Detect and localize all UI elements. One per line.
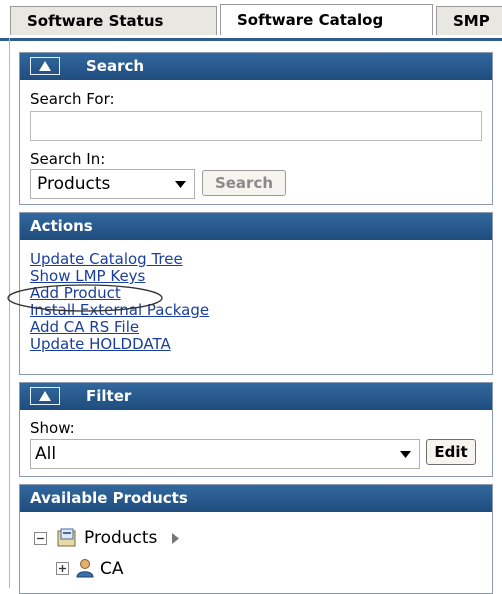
update-catalog-tree-link[interactable]: Update Catalog Tree: [30, 251, 209, 268]
actions-panel-title: Actions: [30, 217, 93, 235]
highlight-ellipse: [7, 284, 163, 312]
tab-smp[interactable]: SMP: [436, 6, 502, 35]
tab-software-catalog[interactable]: Software Catalog: [220, 4, 433, 35]
search-panel-header: Search: [20, 53, 492, 80]
chevron-down-icon: [175, 181, 186, 188]
tab-label: Software Catalog: [237, 11, 384, 29]
search-panel-title: Search: [86, 57, 145, 75]
folder-catalog-icon: [57, 528, 76, 547]
tab-software-status[interactable]: Software Status: [10, 6, 217, 35]
chevron-down-icon: [400, 451, 411, 458]
expand-tree-icon[interactable]: [56, 562, 69, 575]
update-holddata-link[interactable]: Update HOLDDATA: [30, 336, 209, 353]
caret-right-icon[interactable]: [172, 533, 179, 544]
search-panel: Search Search For: Search In: Products S…: [19, 52, 493, 205]
tree-label-ca: CA: [100, 559, 124, 579]
search-input[interactable]: [30, 111, 482, 141]
search-for-label: Search For:: [30, 90, 115, 108]
search-in-value: Products: [37, 174, 111, 194]
show-select[interactable]: All: [30, 439, 420, 469]
person-icon: [76, 559, 94, 578]
collapse-tree-icon[interactable]: [34, 532, 47, 545]
filter-panel-header: Filter: [20, 383, 492, 410]
tree-label-products: Products: [84, 528, 158, 548]
triangle-up-icon: [39, 391, 51, 401]
search-button-label: Search: [214, 174, 274, 192]
search-button[interactable]: Search: [202, 170, 286, 196]
search-in-select[interactable]: Products: [30, 169, 195, 199]
tab-label: SMP: [453, 12, 490, 30]
search-in-label: Search In:: [30, 150, 106, 168]
available-products-panel: Available Products Products CA: [19, 484, 493, 594]
filter-panel: Filter Show: All Edit: [19, 382, 493, 477]
available-products-title: Available Products: [30, 489, 188, 507]
available-products-header: Available Products: [20, 485, 492, 512]
edit-button-label: Edit: [434, 443, 468, 461]
collapse-filter-button[interactable]: [30, 387, 60, 405]
add-ca-rs-file-link[interactable]: Add CA RS File: [30, 319, 209, 336]
show-lmp-keys-link[interactable]: Show LMP Keys: [30, 268, 209, 285]
edit-button[interactable]: Edit: [426, 439, 476, 465]
collapse-search-button[interactable]: [30, 57, 60, 75]
actions-panel-header: Actions: [20, 213, 492, 240]
show-value: All: [35, 444, 57, 464]
filter-panel-title: Filter: [86, 387, 132, 405]
show-label: Show:: [30, 419, 75, 437]
tab-bar: Software Status Software Catalog SMP: [0, 0, 502, 41]
triangle-up-icon: [39, 61, 51, 71]
tab-label: Software Status: [27, 12, 164, 30]
